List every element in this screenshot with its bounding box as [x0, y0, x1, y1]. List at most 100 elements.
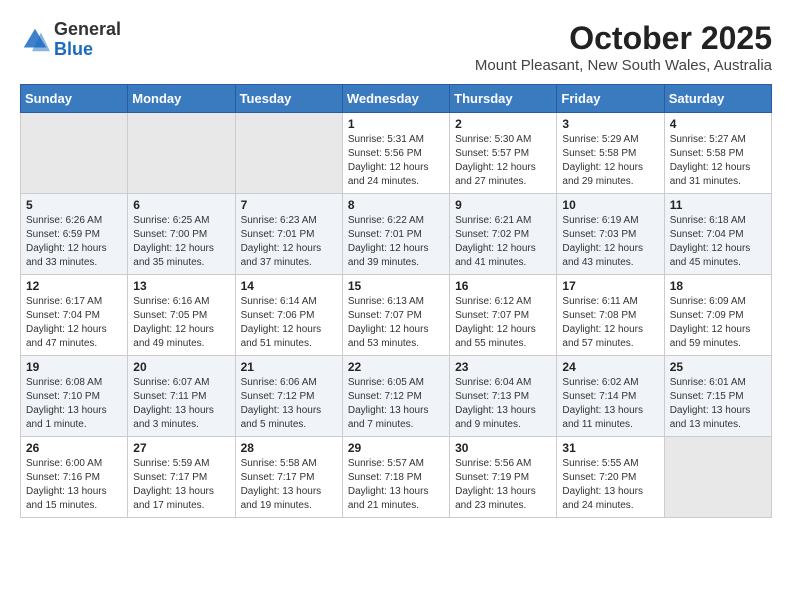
day-number: 12: [26, 279, 122, 293]
calendar-cell: 13Sunrise: 6:16 AM Sunset: 7:05 PM Dayli…: [128, 275, 235, 356]
calendar-week-row: 1 Sunrise: 5:31 AM Sunset: 5:56 PM Daylig…: [21, 113, 772, 194]
day-number: 11: [670, 198, 766, 212]
calendar-cell: 22Sunrise: 6:05 AM Sunset: 7:12 PM Dayli…: [342, 356, 449, 437]
day-number: 27: [133, 441, 229, 455]
day-info: Sunrise: 5:58 AM Sunset: 7:17 PM Dayligh…: [241, 457, 337, 513]
day-info: Sunrise: 6:11 AM Sunset: 7:08 PM Dayligh…: [562, 295, 658, 351]
day-number: 16: [455, 279, 551, 293]
day-number: 29: [348, 441, 444, 455]
day-info: Sunrise: 6:04 AM Sunset: 7:13 PM Dayligh…: [455, 376, 551, 432]
day-number: 28: [241, 441, 337, 455]
day-info: Sunrise: 6:05 AM Sunset: 7:12 PM Dayligh…: [348, 376, 444, 432]
calendar-cell: 29 Sunrise: 5:57 AM Sunset: 7:18 PM Dayli…: [342, 437, 449, 518]
calendar-cell: 17 Sunrise: 6:11 AM Sunset: 7:08 PM Dayli…: [557, 275, 664, 356]
day-info: Sunrise: 5:27 AM Sunset: 5:58 PM Dayligh…: [670, 133, 766, 189]
day-info: Sunrise: 6:19 AM Sunset: 7:03 PM Dayligh…: [562, 214, 658, 270]
day-info: Sunrise: 6:17 AM Sunset: 7:04 PM Dayligh…: [26, 295, 122, 351]
day-number: 5: [26, 198, 122, 212]
calendar-week-row: 5Sunrise: 6:26 AM Sunset: 6:59 PM Daylig…: [21, 194, 772, 275]
calendar-cell: [664, 437, 771, 518]
calendar-cell: 19 Sunrise: 6:08 AM Sunset: 7:10 PM Dayli…: [21, 356, 128, 437]
calendar-cell: 21Sunrise: 6:06 AM Sunset: 7:12 PM Dayli…: [235, 356, 342, 437]
calendar-week-row: 19 Sunrise: 6:08 AM Sunset: 7:10 PM Dayli…: [21, 356, 772, 437]
day-number: 15: [348, 279, 444, 293]
weekday-header: Sunday: [21, 85, 128, 113]
day-number: 3: [562, 117, 658, 131]
calendar-cell: 16 Sunrise: 6:12 AM Sunset: 7:07 PM Dayli…: [450, 275, 557, 356]
calendar-cell: [235, 113, 342, 194]
day-info: Sunrise: 6:07 AM Sunset: 7:11 PM Dayligh…: [133, 376, 229, 432]
calendar-cell: 10 Sunrise: 6:19 AM Sunset: 7:03 PM Dayli…: [557, 194, 664, 275]
calendar-cell: 4Sunrise: 5:27 AM Sunset: 5:58 PM Daylig…: [664, 113, 771, 194]
day-info: Sunrise: 6:25 AM Sunset: 7:00 PM Dayligh…: [133, 214, 229, 270]
page-title: October 2025: [475, 20, 772, 57]
calendar-table: SundayMondayTuesdayWednesdayThursdayFrid…: [20, 84, 772, 518]
day-info: Sunrise: 5:57 AM Sunset: 7:18 PM Dayligh…: [348, 457, 444, 513]
day-number: 6: [133, 198, 229, 212]
calendar-cell: 25Sunrise: 6:01 AM Sunset: 7:15 PM Dayli…: [664, 356, 771, 437]
calendar-cell: 23 Sunrise: 6:04 AM Sunset: 7:13 PM Dayli…: [450, 356, 557, 437]
calendar-header-row: SundayMondayTuesdayWednesdayThursdayFrid…: [21, 85, 772, 113]
day-number: 7: [241, 198, 337, 212]
day-info: Sunrise: 5:30 AM Sunset: 5:57 PM Dayligh…: [455, 133, 551, 189]
weekday-header: Thursday: [450, 85, 557, 113]
calendar-cell: [128, 113, 235, 194]
weekday-header: Monday: [128, 85, 235, 113]
day-number: 9: [455, 198, 551, 212]
day-info: Sunrise: 6:23 AM Sunset: 7:01 PM Dayligh…: [241, 214, 337, 270]
calendar-cell: 15 Sunrise: 6:13 AM Sunset: 7:07 PM Dayli…: [342, 275, 449, 356]
calendar-cell: 7 Sunrise: 6:23 AM Sunset: 7:01 PM Daylig…: [235, 194, 342, 275]
calendar-cell: 1 Sunrise: 5:31 AM Sunset: 5:56 PM Daylig…: [342, 113, 449, 194]
day-number: 2: [455, 117, 551, 131]
calendar-cell: 27 Sunrise: 5:59 AM Sunset: 7:17 PM Dayli…: [128, 437, 235, 518]
day-info: Sunrise: 5:29 AM Sunset: 5:58 PM Dayligh…: [562, 133, 658, 189]
page-subtitle: Mount Pleasant, New South Wales, Austral…: [475, 57, 772, 74]
day-info: Sunrise: 6:22 AM Sunset: 7:01 PM Dayligh…: [348, 214, 444, 270]
day-info: Sunrise: 5:31 AM Sunset: 5:56 PM Dayligh…: [348, 133, 444, 189]
day-number: 10: [562, 198, 658, 212]
day-info: Sunrise: 6:14 AM Sunset: 7:06 PM Dayligh…: [241, 295, 337, 351]
calendar-cell: 2 Sunrise: 5:30 AM Sunset: 5:57 PM Daylig…: [450, 113, 557, 194]
calendar-cell: 14Sunrise: 6:14 AM Sunset: 7:06 PM Dayli…: [235, 275, 342, 356]
day-info: Sunrise: 6:13 AM Sunset: 7:07 PM Dayligh…: [348, 295, 444, 351]
calendar-cell: 26Sunrise: 6:00 AM Sunset: 7:16 PM Dayli…: [21, 437, 128, 518]
day-info: Sunrise: 6:12 AM Sunset: 7:07 PM Dayligh…: [455, 295, 551, 351]
day-number: 8: [348, 198, 444, 212]
day-number: 17: [562, 279, 658, 293]
calendar-cell: [21, 113, 128, 194]
day-info: Sunrise: 5:59 AM Sunset: 7:17 PM Dayligh…: [133, 457, 229, 513]
day-number: 26: [26, 441, 122, 455]
logo-general: General: [54, 20, 121, 40]
weekday-header: Saturday: [664, 85, 771, 113]
calendar-cell: 3 Sunrise: 5:29 AM Sunset: 5:58 PM Daylig…: [557, 113, 664, 194]
logo-blue: Blue: [54, 40, 121, 60]
calendar-cell: 20 Sunrise: 6:07 AM Sunset: 7:11 PM Dayli…: [128, 356, 235, 437]
calendar-cell: 6 Sunrise: 6:25 AM Sunset: 7:00 PM Daylig…: [128, 194, 235, 275]
page-header: General Blue October 2025 Mount Pleasant…: [20, 20, 772, 74]
weekday-header: Tuesday: [235, 85, 342, 113]
calendar-cell: 9Sunrise: 6:21 AM Sunset: 7:02 PM Daylig…: [450, 194, 557, 275]
calendar-cell: 12 Sunrise: 6:17 AM Sunset: 7:04 PM Dayli…: [21, 275, 128, 356]
day-number: 25: [670, 360, 766, 374]
calendar-cell: 18Sunrise: 6:09 AM Sunset: 7:09 PM Dayli…: [664, 275, 771, 356]
logo: General Blue: [20, 20, 121, 60]
day-number: 31: [562, 441, 658, 455]
logo-icon: [20, 25, 50, 55]
day-info: Sunrise: 6:08 AM Sunset: 7:10 PM Dayligh…: [26, 376, 122, 432]
calendar-cell: 30 Sunrise: 5:56 AM Sunset: 7:19 PM Dayli…: [450, 437, 557, 518]
day-number: 19: [26, 360, 122, 374]
day-info: Sunrise: 5:56 AM Sunset: 7:19 PM Dayligh…: [455, 457, 551, 513]
day-number: 30: [455, 441, 551, 455]
logo-text: General Blue: [54, 20, 121, 60]
day-number: 21: [241, 360, 337, 374]
day-number: 20: [133, 360, 229, 374]
calendar-cell: 11Sunrise: 6:18 AM Sunset: 7:04 PM Dayli…: [664, 194, 771, 275]
weekday-header: Friday: [557, 85, 664, 113]
day-number: 23: [455, 360, 551, 374]
calendar-week-row: 26Sunrise: 6:00 AM Sunset: 7:16 PM Dayli…: [21, 437, 772, 518]
day-info: Sunrise: 5:55 AM Sunset: 7:20 PM Dayligh…: [562, 457, 658, 513]
day-number: 1: [348, 117, 444, 131]
day-info: Sunrise: 6:09 AM Sunset: 7:09 PM Dayligh…: [670, 295, 766, 351]
title-block: October 2025 Mount Pleasant, New South W…: [475, 20, 772, 74]
calendar-cell: 5Sunrise: 6:26 AM Sunset: 6:59 PM Daylig…: [21, 194, 128, 275]
